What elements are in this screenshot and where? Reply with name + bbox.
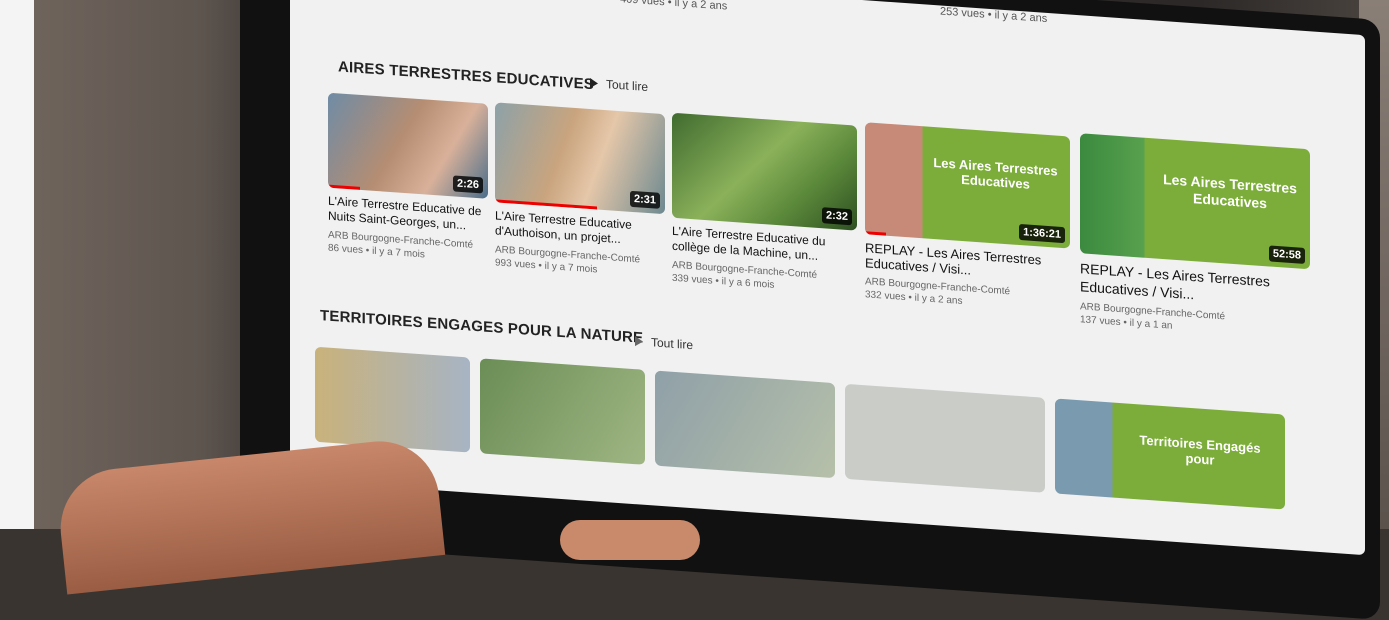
video-thumbnail[interactable]: 2:31	[495, 102, 665, 215]
video-title[interactable]: L'Aire Terrestre Educative d'Authoison, …	[495, 208, 665, 250]
video-card-1[interactable]: 2:26 L'Aire Terrestre Educative de Nuits…	[328, 92, 488, 265]
laptop-screen: 409 vues • il y a 2 ans 253 vues • il y …	[290, 0, 1365, 556]
thumbnail-overlay-text: Les Aires Terrestres Educatives	[933, 154, 1058, 192]
play-all-aires[interactable]: Tout lire	[590, 76, 648, 94]
video-thumbnail[interactable]: 2:26	[328, 92, 488, 199]
video-title[interactable]: L'Aire Terrestre Educative de Nuits Sain…	[328, 194, 488, 235]
video-card-3[interactable]: 2:32 L'Aire Terrestre Educative du collè…	[672, 112, 857, 297]
top-left-stats: 409 vues • il y a 2 ans	[620, 0, 728, 13]
video-card-5[interactable]: Les Aires Terrestres Educatives 52:58 RE…	[1080, 133, 1310, 341]
video-thumbnail-partial-3[interactable]	[655, 370, 835, 479]
thumbnail-overlay-text: Les Aires Terrestres Educatives	[1163, 171, 1297, 212]
video-card-2[interactable]: 2:31 L'Aire Terrestre Educative d'Authoi…	[495, 102, 665, 280]
video-thumbnail[interactable]: 2:32	[672, 112, 857, 231]
play-icon	[635, 336, 643, 347]
duration-badge: 52:58	[1268, 245, 1305, 264]
watch-progress-bar	[328, 184, 360, 190]
video-thumbnail-partial-1[interactable]	[315, 346, 470, 453]
watch-progress-bar	[865, 231, 886, 236]
duration-badge: 2:26	[452, 175, 483, 194]
duration-badge: 2:31	[629, 190, 660, 209]
play-icon	[590, 77, 598, 89]
video-thumbnail-partial-2[interactable]	[480, 358, 645, 465]
video-thumbnail[interactable]: Les Aires Terrestres Educatives 1:36:21	[865, 122, 1070, 249]
finger	[560, 520, 700, 560]
duration-badge: 1:36:21	[1019, 223, 1065, 244]
video-thumbnail-partial-5[interactable]: Territoires Engagés pour	[1055, 398, 1285, 510]
section-title-aires: AIRES TERRESTRES EDUCATIVES	[338, 58, 594, 94]
play-all-label: Tout lire	[651, 335, 694, 353]
video-thumbnail-partial-4[interactable]	[845, 383, 1045, 493]
video-card-4[interactable]: Les Aires Terrestres Educatives 1:36:21 …	[865, 122, 1070, 314]
watch-progress-bar	[495, 199, 597, 210]
duration-badge: 2:32	[821, 207, 852, 226]
video-title[interactable]: L'Aire Terrestre Educative du collège de…	[672, 224, 857, 267]
play-all-label: Tout lire	[606, 77, 649, 95]
video-thumbnail[interactable]: Les Aires Terrestres Educatives 52:58	[1080, 133, 1310, 270]
section-title-territoires: TERRITOIRES ENGAGES POUR LA NATURE	[320, 307, 644, 347]
thumbnail-overlay-text: Territoires Engagés pour	[1139, 432, 1261, 468]
play-all-territoires[interactable]: Tout lire	[635, 334, 693, 352]
